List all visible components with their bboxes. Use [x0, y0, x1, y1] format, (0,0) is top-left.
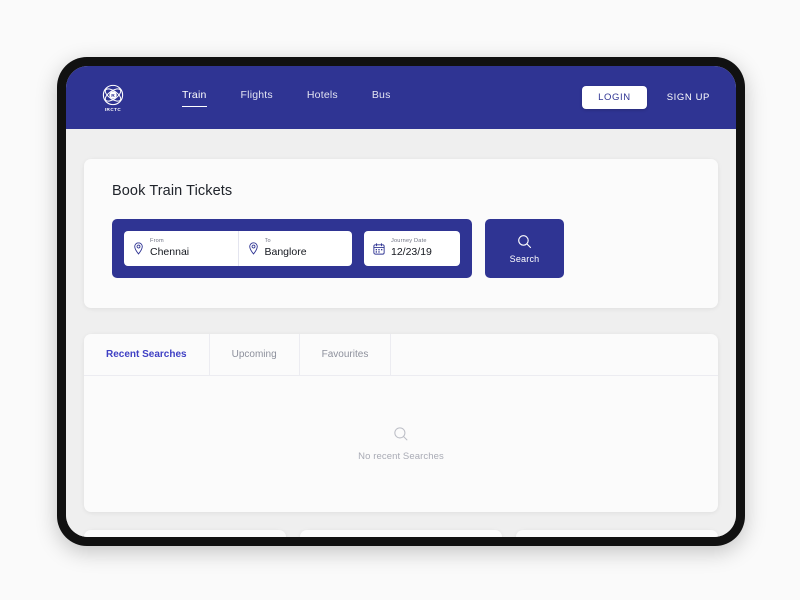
irctc-logo-icon[interactable]: R IRCTC [96, 78, 130, 118]
search-icon [517, 234, 532, 249]
nav-actions: LOGIN SIGN UP [582, 86, 710, 109]
journey-date-field[interactable]: Journey Date 12/23/19 [364, 231, 460, 266]
location-pin-icon [133, 242, 144, 255]
teaser-card-1[interactable] [84, 530, 286, 537]
calendar-icon [373, 242, 385, 255]
page-body: Book Train Tickets From Chennai To Bangl… [66, 129, 736, 537]
booking-card: Book Train Tickets From Chennai To Bangl… [84, 159, 718, 309]
location-pin-icon [248, 242, 259, 255]
tab-favourites[interactable]: Favourites [300, 334, 392, 376]
to-field-label: To [264, 238, 271, 244]
search-button[interactable]: Search [485, 219, 564, 279]
to-field-value[interactable]: Banglore [265, 246, 307, 260]
teaser-card-2[interactable] [300, 530, 502, 537]
nav-links: Train Flights Hotels Bus [182, 89, 391, 107]
tab-recent-searches[interactable]: Recent Searches [84, 334, 210, 376]
tab-upcoming[interactable]: Upcoming [210, 334, 300, 376]
search-button-label: Search [509, 253, 540, 264]
tablet-device-frame: R IRCTC Train Flights Hotels Bus LOGIN S… [57, 57, 745, 546]
device-screen: R IRCTC Train Flights Hotels Bus LOGIN S… [66, 66, 736, 537]
svg-text:R: R [111, 92, 115, 98]
empty-state: No recent Searches [84, 376, 718, 512]
top-navigation-bar: R IRCTC Train Flights Hotels Bus LOGIN S… [66, 66, 736, 129]
signup-link[interactable]: SIGN UP [667, 92, 710, 103]
search-fields-panel: From Chennai To Banglore Journey Date 12… [112, 219, 472, 279]
search-row: From Chennai To Banglore Journey Date 12… [112, 219, 690, 279]
empty-state-text: No recent Searches [358, 451, 444, 463]
teaser-card-3[interactable] [516, 530, 718, 537]
tabs-filler [391, 334, 718, 375]
from-field-label: From [150, 238, 164, 244]
brand-wordmark: IRCTC [104, 106, 122, 112]
nav-link-hotels[interactable]: Hotels [307, 89, 338, 107]
tabs-card: Recent Searches Upcoming Favourites No r… [84, 334, 718, 513]
nav-link-flights[interactable]: Flights [241, 89, 273, 107]
nav-link-bus[interactable]: Bus [372, 89, 391, 107]
journey-date-label: Journey Date [391, 238, 427, 244]
journey-date-field-group: Journey Date 12/23/19 [364, 231, 460, 267]
to-field[interactable]: To Banglore [237, 231, 353, 267]
page-title: Book Train Tickets [112, 183, 233, 199]
from-field[interactable]: From Chennai [124, 231, 238, 266]
route-field-group: From Chennai To Banglore [124, 231, 353, 267]
search-icon [393, 426, 409, 442]
login-button[interactable]: LOGIN [582, 86, 647, 109]
nav-link-train[interactable]: Train [182, 89, 207, 107]
tabs-bar: Recent Searches Upcoming Favourites [84, 334, 718, 377]
from-field-value[interactable]: Chennai [150, 246, 189, 260]
journey-date-value[interactable]: 12/23/19 [391, 246, 432, 260]
bottom-cards-row [84, 530, 718, 537]
